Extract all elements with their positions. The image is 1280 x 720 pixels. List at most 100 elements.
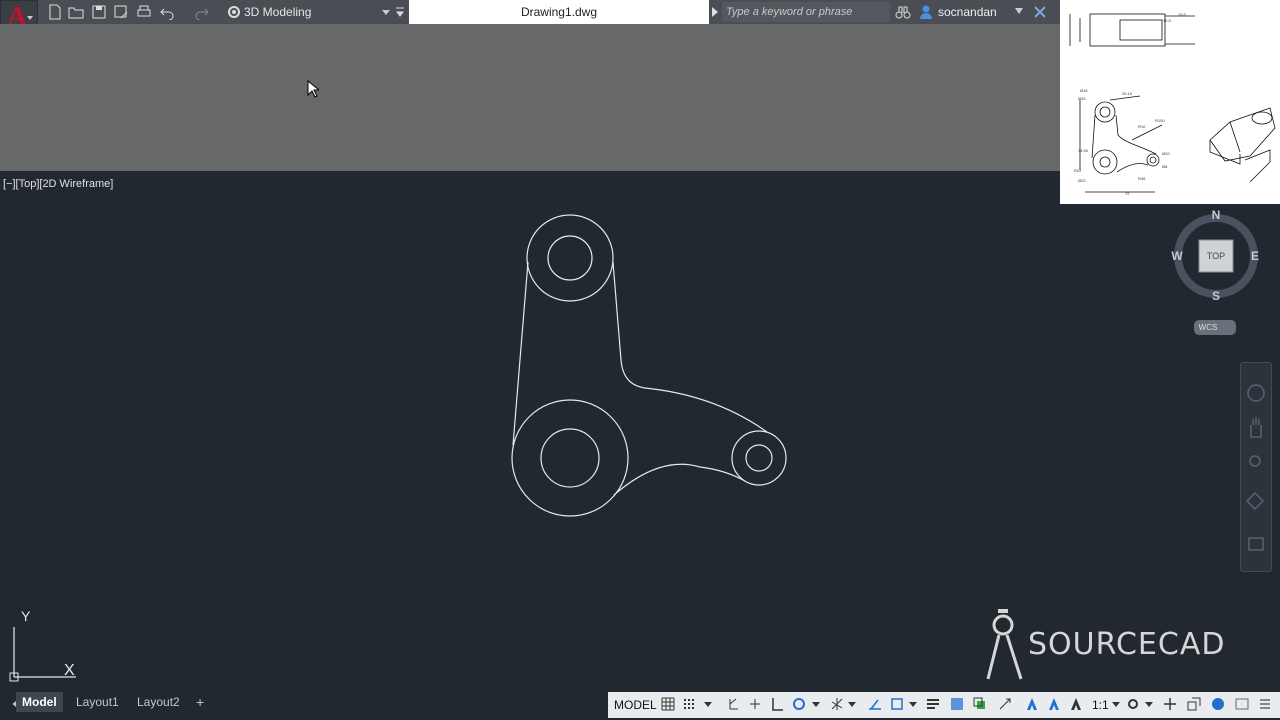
clean-screen-icon[interactable] bbox=[1235, 697, 1249, 711]
bottom-boss-outer bbox=[511, 399, 629, 517]
svg-text:72: 72 bbox=[1125, 191, 1130, 196]
svg-text:15.5: 15.5 bbox=[1178, 12, 1187, 17]
object-snap-tracking-icon[interactable] bbox=[868, 697, 882, 711]
model-space-button[interactable]: MODEL bbox=[610, 695, 661, 715]
isolate-objects-icon[interactable] bbox=[1187, 697, 1201, 711]
plus-icon[interactable] bbox=[1163, 697, 1177, 711]
right-boss-hole bbox=[745, 444, 773, 472]
chevron-right-icon[interactable] bbox=[712, 7, 718, 17]
document-title: Drawing1.dwg bbox=[409, 0, 709, 24]
hardware-acceleration-icon[interactable] bbox=[1211, 697, 1225, 711]
pan-icon[interactable] bbox=[1250, 417, 1262, 438]
sourcecad-watermark: SOURCECAD bbox=[985, 605, 1235, 685]
new-layout-tab[interactable]: + bbox=[190, 692, 210, 712]
wireframe-part bbox=[511, 214, 787, 517]
bottom-boss-hole bbox=[540, 428, 600, 488]
gear-icon bbox=[228, 6, 240, 18]
redo-icon[interactable] bbox=[194, 4, 210, 20]
tab-layout2[interactable]: Layout2 bbox=[131, 692, 186, 712]
isometric-drafting-icon[interactable] bbox=[830, 697, 844, 711]
user-icon bbox=[920, 5, 932, 19]
chevron-down-icon[interactable] bbox=[812, 697, 820, 711]
object-snap-icon[interactable] bbox=[890, 697, 904, 711]
reference-drawing-image: 15.5 10.5 25.15 R100 R10 Ø20 Ø16 Ø32 34.50 R2… bbox=[1069, 12, 1276, 196]
mouse-cursor-icon bbox=[307, 80, 319, 98]
svg-text:34.50: 34.50 bbox=[1078, 148, 1089, 153]
svg-text:Ø20: Ø20 bbox=[1162, 151, 1170, 156]
layout-tabs: Model Layout1 Layout2 + bbox=[0, 690, 600, 720]
open-icon[interactable] bbox=[68, 4, 84, 20]
chevron-down-icon[interactable] bbox=[1015, 8, 1023, 14]
chevron-down-icon[interactable] bbox=[1112, 697, 1120, 711]
compass-east[interactable]: E bbox=[1251, 249, 1259, 263]
tab-model[interactable]: Model bbox=[16, 692, 63, 712]
svg-text:R22: R22 bbox=[1074, 168, 1082, 173]
orbit-icon[interactable] bbox=[1245, 491, 1265, 511]
ucs-x-label: X bbox=[64, 662, 75, 679]
svg-text:10.5: 10.5 bbox=[1163, 18, 1172, 23]
customize-qat-icon[interactable] bbox=[394, 4, 406, 20]
chevron-down-icon[interactable] bbox=[909, 697, 917, 711]
chevron-down-icon[interactable] bbox=[848, 697, 856, 711]
annotation-scale-icon[interactable] bbox=[1069, 697, 1083, 711]
print-icon[interactable] bbox=[136, 4, 152, 20]
top-boss-outer bbox=[526, 214, 614, 302]
annotation-visibility-icon[interactable] bbox=[1025, 697, 1039, 711]
status-bar: MODEL 1:1 bbox=[608, 692, 1280, 718]
upper-profile-curve bbox=[612, 261, 768, 433]
dynamic-input-icon[interactable] bbox=[748, 697, 762, 711]
showmotion-icon[interactable] bbox=[1248, 537, 1264, 551]
svg-text:R100: R100 bbox=[1155, 118, 1165, 123]
customization-icon[interactable] bbox=[1258, 697, 1272, 711]
auto-scale-icon[interactable] bbox=[1047, 697, 1061, 711]
zoom-icon[interactable] bbox=[1249, 455, 1261, 467]
lower-profile-curve bbox=[613, 463, 746, 496]
3d-object-snap-icon[interactable] bbox=[998, 697, 1012, 711]
svg-text:Ø22: Ø22 bbox=[1078, 178, 1086, 183]
wcs-label: WCS bbox=[1199, 323, 1218, 332]
workspace-label: 3D Modeling bbox=[244, 5, 312, 19]
binoculars-icon[interactable] bbox=[895, 4, 911, 20]
watermark-text: SOURCECAD bbox=[1028, 627, 1226, 662]
viewcube-face-label: TOP bbox=[1207, 251, 1225, 261]
user-name[interactable]: socnandan bbox=[938, 0, 997, 24]
transparency-icon[interactable] bbox=[950, 697, 964, 711]
undo-icon[interactable] bbox=[159, 4, 175, 20]
chevron-down-icon[interactable] bbox=[704, 697, 712, 711]
chevron-down-icon bbox=[27, 16, 33, 20]
chevron-down-icon[interactable] bbox=[1145, 697, 1153, 711]
ucs-y-label: Y bbox=[21, 608, 31, 624]
polar-tracking-icon[interactable] bbox=[792, 697, 806, 711]
svg-text:25.15: 25.15 bbox=[1122, 91, 1133, 96]
exchange-icon[interactable] bbox=[1033, 5, 1047, 19]
grid-icon[interactable] bbox=[661, 697, 675, 711]
top-boss-hole bbox=[547, 235, 593, 281]
chevron-down-icon bbox=[382, 10, 390, 15]
annotation-scale-value[interactable]: 1:1 bbox=[1092, 696, 1109, 714]
compass-logo-icon bbox=[986, 609, 1023, 680]
ortho-icon[interactable] bbox=[770, 697, 784, 711]
reference-drawing-panel: 15.5 10.5 25.15 R100 R10 Ø20 Ø16 Ø32 34.50 R2… bbox=[1060, 0, 1280, 204]
compass-north[interactable]: N bbox=[1212, 208, 1221, 222]
compass-south[interactable]: S bbox=[1212, 289, 1220, 303]
save-icon[interactable] bbox=[91, 4, 107, 20]
new-icon[interactable] bbox=[47, 4, 63, 20]
svg-text:Ø8: Ø8 bbox=[1162, 164, 1168, 169]
lineweight-icon[interactable] bbox=[926, 697, 940, 711]
steering-wheel-icon[interactable] bbox=[1247, 384, 1265, 402]
infer-constraints-icon[interactable] bbox=[726, 697, 740, 711]
saveas-icon[interactable] bbox=[113, 4, 129, 20]
viewcube[interactable]: TOP N S E W WCS bbox=[1170, 206, 1270, 336]
tab-layout1[interactable]: Layout1 bbox=[70, 692, 125, 712]
navigation-bar bbox=[1240, 362, 1272, 572]
selection-cycling-icon[interactable] bbox=[973, 697, 987, 711]
snap-icon[interactable] bbox=[682, 697, 696, 711]
right-boss-outer bbox=[731, 430, 787, 486]
ucs-icon: Y X bbox=[9, 608, 76, 682]
workspace-switching-gear-icon[interactable] bbox=[1126, 697, 1140, 711]
svg-text:R10: R10 bbox=[1138, 124, 1146, 129]
ribbon-panel bbox=[0, 24, 1060, 171]
compass-west[interactable]: W bbox=[1171, 249, 1183, 263]
search-input[interactable]: Type a keyword or phrase bbox=[722, 2, 890, 22]
workspace-selector[interactable]: 3D Modeling bbox=[224, 2, 392, 22]
